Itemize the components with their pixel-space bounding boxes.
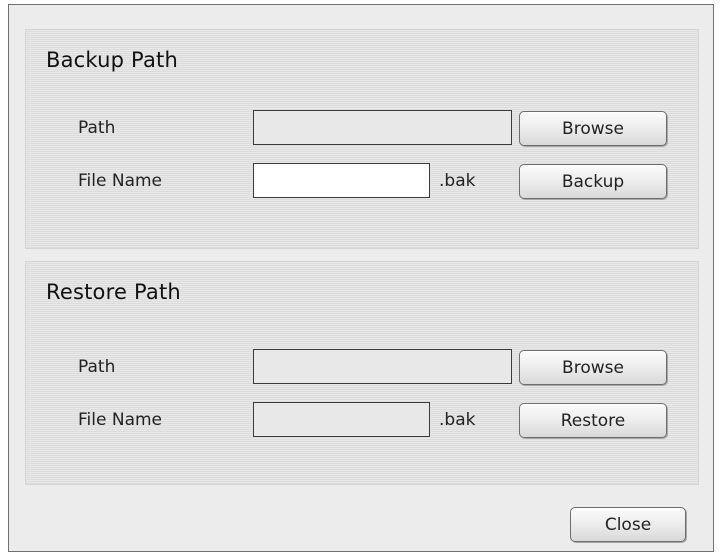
restore-filename-field[interactable] <box>253 402 430 437</box>
backup-filename-label: File Name <box>78 171 163 191</box>
restore-path-field[interactable] <box>253 349 512 384</box>
restore-path-title: Restore Path <box>46 280 181 304</box>
backup-restore-dialog: Backup Path Path Browse File Name .bak B… <box>8 4 714 552</box>
close-button[interactable]: Close <box>570 507 686 542</box>
backup-path-panel: Backup Path Path Browse File Name .bak B… <box>25 29 699 249</box>
backup-path-field[interactable] <box>253 110 512 145</box>
restore-filename-label: File Name <box>78 410 163 430</box>
backup-button[interactable]: Backup <box>519 164 667 199</box>
restore-browse-button[interactable]: Browse <box>519 350 667 385</box>
backup-browse-button[interactable]: Browse <box>519 111 667 146</box>
restore-path-label: Path <box>78 357 116 377</box>
backup-path-label: Path <box>78 118 116 138</box>
restore-extension-label: .bak <box>439 410 476 430</box>
backup-extension-label: .bak <box>439 171 476 191</box>
restore-button[interactable]: Restore <box>519 403 667 438</box>
restore-path-panel: Restore Path Path Browse File Name .bak … <box>25 261 699 485</box>
backup-filename-field[interactable] <box>253 163 430 198</box>
backup-path-title: Backup Path <box>46 48 178 72</box>
